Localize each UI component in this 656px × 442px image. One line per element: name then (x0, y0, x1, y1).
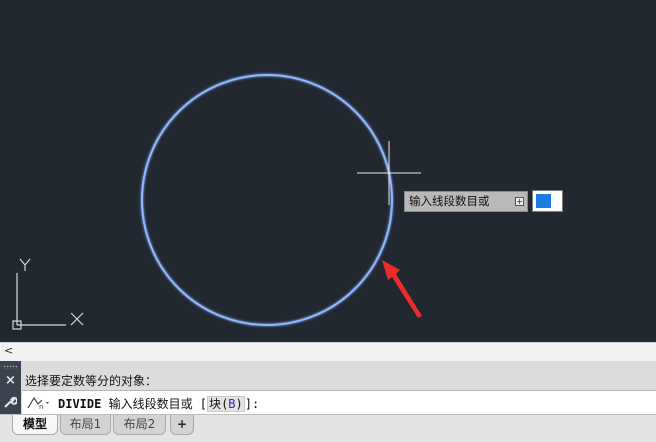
prompt-end: ]: (244, 397, 260, 411)
tab-layout2[interactable]: 布局2 (113, 415, 166, 435)
command-line-panel: × 选择要定数等分的对象： n DIVIDE 输入线段数目或 [块(B)]: (0, 361, 656, 414)
command-input[interactable]: n DIVIDE 输入线段数目或 [块(B)]: (22, 390, 656, 414)
drawing-canvas[interactable]: 输入线段数目或 + (0, 0, 656, 342)
horizontal-scrollbar[interactable]: < (0, 342, 656, 361)
add-layout-button[interactable]: + (170, 415, 194, 435)
command-history-line: 选择要定数等分的对象： (25, 374, 158, 388)
option-label: 块 (209, 397, 222, 411)
dynamic-input-label: 输入线段数目或 (409, 194, 490, 208)
tab-model[interactable]: 模型 (12, 415, 58, 435)
svg-text:n: n (39, 403, 43, 410)
text-cursor-highlight (536, 194, 551, 208)
red-arrow-annotation (382, 260, 422, 318)
prompt-text: 输入线段数目或 [ (101, 397, 208, 411)
wrench-icon[interactable] (3, 395, 18, 413)
selected-circle[interactable] (141, 74, 393, 326)
close-icon[interactable]: × (5, 373, 16, 388)
grip-icon[interactable] (3, 365, 18, 369)
command-line-handle[interactable]: × (0, 361, 21, 414)
tab-layout1[interactable]: 布局1 (60, 415, 111, 435)
option-paren-close: ) (235, 397, 243, 411)
canvas-graphics (12, 74, 422, 330)
dynamic-input-field[interactable] (532, 190, 563, 212)
command-prompt-icon[interactable]: n (26, 394, 52, 414)
ucs-icon (12, 258, 84, 330)
command-prompt-text: DIVIDE 输入线段数目或 [块(B)]: (58, 395, 259, 412)
option-block[interactable]: 块(B) (207, 396, 245, 412)
option-key: B (228, 397, 236, 411)
scroll-left-arrow-icon[interactable]: < (4, 344, 13, 357)
layout-tabs: 模型 布局1 布局2 + (0, 414, 656, 442)
dynamic-input-prompt: 输入线段数目或 + (404, 191, 528, 212)
command-name: DIVIDE (58, 397, 102, 411)
plus-box-icon[interactable]: + (515, 197, 524, 206)
